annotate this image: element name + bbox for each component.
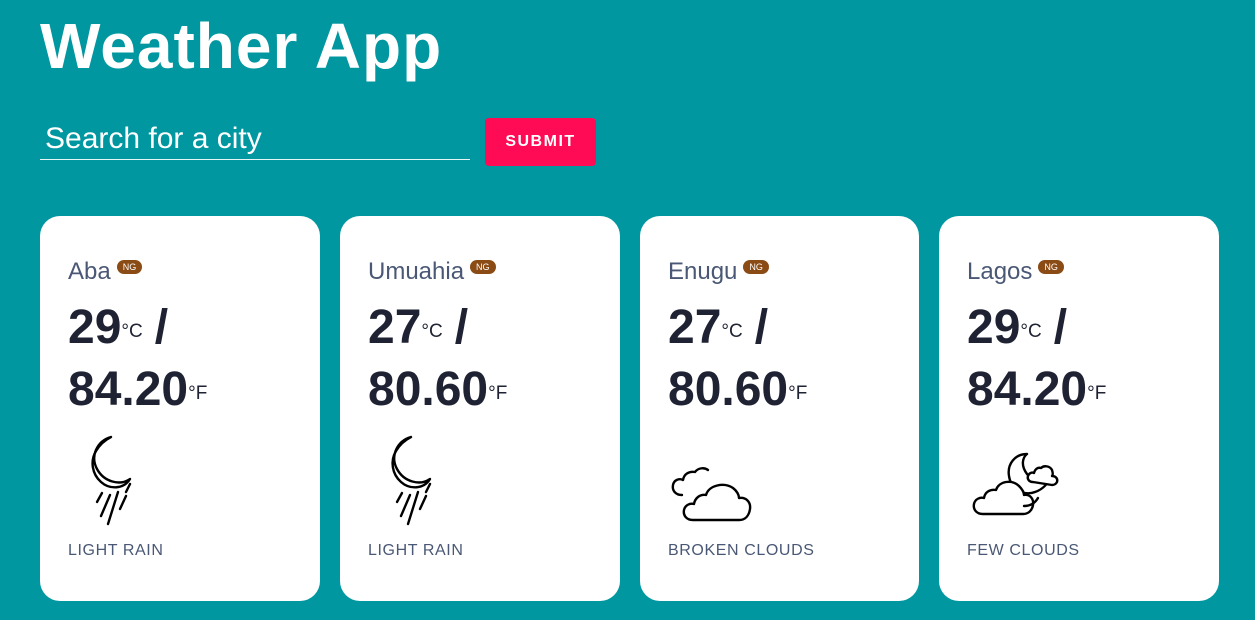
temp-f-value: 84.20 <box>68 363 189 416</box>
city-header: Enugu NG <box>668 258 769 288</box>
unit-celsius: °C <box>421 321 443 342</box>
weather-description: BROKEN CLOUDS <box>668 542 815 559</box>
temp-separator: / <box>1053 301 1068 354</box>
broken-clouds-icon <box>668 434 768 529</box>
temperature-celsius: 27°C / <box>668 300 768 356</box>
search-input[interactable] <box>40 118 470 160</box>
city-header: Umuahia NG <box>368 258 496 288</box>
weather-description: LIGHT RAIN <box>368 542 464 559</box>
city-name: Enugu <box>668 258 738 285</box>
country-badge: NG <box>116 260 143 274</box>
weather-description: LIGHT RAIN <box>68 542 164 559</box>
temp-c-value: 27 <box>668 301 722 354</box>
temp-separator: / <box>154 301 169 354</box>
weather-description: FEW CLOUDS <box>967 542 1080 559</box>
country-badge: NG <box>1038 260 1064 274</box>
submit-button[interactable]: SUBMIT <box>485 118 596 166</box>
temperature-fahrenheit: 84.20°F <box>68 362 207 418</box>
temp-f-value: 84.20 <box>967 363 1088 416</box>
search-form: SUBMIT <box>40 118 600 166</box>
city-name: Lagos <box>967 258 1033 285</box>
city-card: Enugu NG 27°C / 80.60°F BROKEN CLOUDS <box>640 216 919 601</box>
city-header: Lagos NG <box>967 258 1064 288</box>
city-card-list: Aba NG 29°C/ 84.20°F LIGHT RAIN Umuahia NG… <box>40 216 1220 601</box>
temperature-celsius: 29°C / <box>68 300 168 356</box>
country-badge: NG <box>743 260 769 274</box>
unit-fahrenheit: °F <box>188 383 208 404</box>
city-card: Umuahia NG 27°C / 80.60°F LIGHT RAIN <box>340 216 620 601</box>
moon-rain-icon <box>368 434 468 529</box>
city-header: Aba NG <box>68 258 143 288</box>
temperature-celsius: 27°C / <box>368 300 468 356</box>
temperature-fahrenheit: 80.60°F <box>668 362 807 418</box>
moon-rain-icon <box>68 434 168 529</box>
app-title: Weather App <box>40 10 443 82</box>
temp-c-value: 29 <box>967 301 1021 354</box>
unit-celsius: °C <box>1020 321 1042 342</box>
temp-f-value: 80.60 <box>668 363 789 416</box>
temp-f-value: 80.60 <box>368 363 489 416</box>
unit-fahrenheit: °F <box>788 383 808 404</box>
temperature-celsius: 29°C / <box>967 300 1067 356</box>
city-name: Aba <box>68 258 111 285</box>
city-name: Umuahia <box>368 258 465 285</box>
unit-celsius: °C <box>121 321 143 342</box>
unit-fahrenheit: °F <box>1087 383 1107 404</box>
country-badge: NG <box>470 260 496 274</box>
temperature-fahrenheit: 80.60°F <box>368 362 507 418</box>
temperature-fahrenheit: 84.20°F <box>967 362 1106 418</box>
temp-separator: / <box>754 301 769 354</box>
city-card: Lagos NG 29°C / 84.20°F FEW CLOUDS <box>939 216 1219 601</box>
few-clouds-night-icon <box>967 434 1067 529</box>
unit-fahrenheit: °F <box>488 383 508 404</box>
temp-c-value: 29 <box>68 301 122 354</box>
unit-celsius: °C <box>721 321 743 342</box>
temp-c-value: 27 <box>368 301 422 354</box>
temp-separator: / <box>454 301 469 354</box>
city-card: Aba NG 29°C / 84.20°F LIGHT RAIN <box>40 216 320 601</box>
